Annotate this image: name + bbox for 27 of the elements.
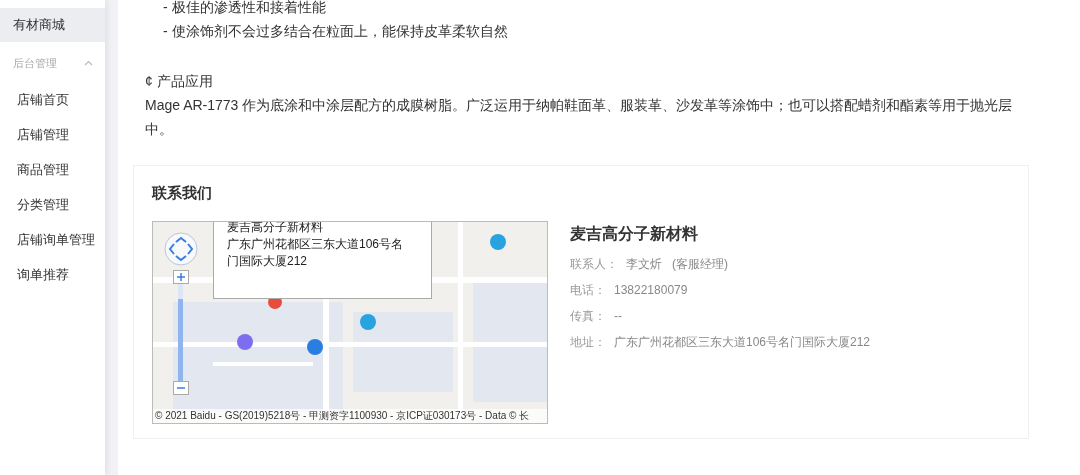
field-label: 传真：	[570, 308, 606, 325]
sidebar-item[interactable]: 询单推荐	[0, 257, 105, 292]
sidebar-item[interactable]: 分类管理	[0, 187, 105, 222]
field-value: 13822180079	[614, 282, 688, 299]
sidebar-item[interactable]: 商品管理	[0, 152, 105, 187]
chevron-icon	[84, 60, 93, 66]
zoom-out-icon[interactable]	[172, 381, 189, 395]
field-label: 电话：	[570, 282, 606, 299]
zoom-in-icon[interactable]	[172, 270, 189, 284]
sidebar-item[interactable]: 有材商城	[0, 8, 105, 42]
field-label: 地址：	[570, 334, 606, 351]
company-name: 麦吉高分子新材料	[570, 224, 699, 244]
card-title: 联系我们	[152, 183, 213, 203]
field-label: 联系人：	[570, 256, 618, 273]
section-title: ¢ 产品应用	[145, 72, 214, 91]
bullet-item: - 极佳的渗透性和接着性能	[163, 0, 327, 17]
group-label: 后台管理	[13, 55, 57, 71]
field-value: 李文炘 (客服经理)	[626, 256, 728, 273]
sidebar-item[interactable]: 店铺管理	[0, 117, 105, 152]
field-value: 广东广州花都区三东大道106号名门国际大厦212	[614, 334, 871, 351]
sidebar-item[interactable]: 店铺首页	[0, 82, 105, 117]
field-value: --	[614, 308, 622, 325]
pan-control-icon[interactable]	[163, 231, 199, 267]
bullet-item: - 使涂饰剂不会过多结合在粒面上，能保持皮革柔软自然	[163, 22, 509, 41]
popup-text: 广东广州花都区三东大道106号名门国际大厦212	[227, 236, 405, 270]
sidebar-item[interactable]: 店铺询单管理	[0, 222, 105, 257]
paragraph: Mage AR-1773 作为底涂和中涂层配方的成膜树脂。广泛运用于纳帕鞋面革、服装革、沙发革等涂饰中；也可以搭配蜡剂和酯素等用于抛光层中。	[145, 96, 1014, 139]
